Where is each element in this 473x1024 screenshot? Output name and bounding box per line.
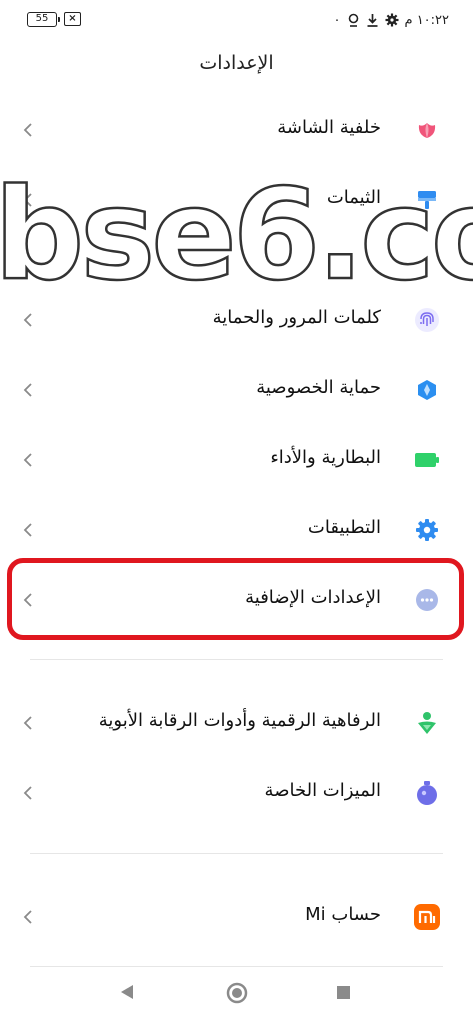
status-bar: 55 × ٠ ١٠:٢٢ م (0, 0, 473, 40)
settings-gear-icon (385, 13, 398, 27)
recents-square-icon[interactable] (336, 985, 351, 1000)
battery-icon (414, 447, 440, 473)
section-divider (30, 659, 443, 660)
chevron-left-icon (23, 716, 32, 730)
settings-item-label: خلفية الشاشة (277, 117, 381, 138)
mi-logo-icon (414, 904, 440, 930)
settings-item-label: حماية الخصوصية (256, 377, 381, 398)
settings-item-special-features[interactable]: الميزات الخاصة (0, 763, 473, 823)
settings-item-battery-performance[interactable]: البطارية والأداء (0, 430, 473, 490)
section-divider (30, 853, 443, 854)
settings-item-passwords-security[interactable]: كلمات المرور والحماية (0, 290, 473, 350)
settings-item-privacy[interactable]: حماية الخصوصية (0, 360, 473, 420)
chevron-left-icon (23, 453, 32, 467)
settings-item-label: حساب Mi (305, 904, 381, 925)
location-pin-icon (348, 13, 358, 27)
chevron-left-icon (23, 193, 32, 207)
status-time: ١٠:٢٢ م (404, 12, 450, 28)
settings-item-label: الميزات الخاصة (264, 780, 381, 801)
settings-item-label: الثيمات (326, 187, 381, 208)
settings-item-themes[interactable]: الثيمات (0, 170, 473, 230)
privacy-shield-icon (414, 377, 440, 403)
back-triangle-icon[interactable] (119, 983, 135, 1001)
settings-item-apps[interactable]: التطبيقات (0, 500, 473, 560)
wellbeing-icon (414, 710, 440, 736)
settings-item-label: الرفاهية الرقمية وأدوات الرقابة الأبوية (98, 710, 381, 731)
settings-item-wallpaper[interactable]: خلفية الشاشة (0, 100, 473, 160)
themes-brush-icon (414, 187, 440, 213)
notification-x-icon: × (64, 12, 81, 26)
navigation-bar (0, 968, 473, 1024)
highlight-frame (7, 558, 464, 640)
status-right-group: ٠ ١٠:٢٢ م (334, 11, 449, 29)
chevron-left-icon (23, 123, 32, 137)
wallpaper-flower-icon (414, 117, 440, 143)
battery-indicator: 55 (27, 12, 60, 27)
settings-item-mi-account[interactable]: حساب Mi (0, 887, 473, 947)
settings-item-label: التطبيقات (307, 517, 381, 538)
section-divider (30, 966, 443, 967)
apps-gear-icon (414, 517, 440, 543)
home-circle-icon[interactable] (226, 982, 248, 1004)
settings-item-label: كلمات المرور والحماية (212, 307, 381, 328)
chevron-left-icon (23, 313, 32, 327)
status-dot: ٠ (333, 12, 341, 28)
settings-item-label: البطارية والأداء (270, 447, 381, 468)
chevron-left-icon (23, 786, 32, 800)
fingerprint-icon (414, 307, 440, 333)
page-title: الإعدادات (199, 52, 274, 74)
chevron-left-icon (23, 910, 32, 924)
chevron-left-icon (23, 523, 32, 537)
special-features-icon (414, 780, 440, 806)
chevron-left-icon (23, 383, 32, 397)
settings-item-digital-wellbeing[interactable]: الرفاهية الرقمية وأدوات الرقابة الأبوية (0, 693, 473, 753)
download-icon (367, 13, 377, 27)
